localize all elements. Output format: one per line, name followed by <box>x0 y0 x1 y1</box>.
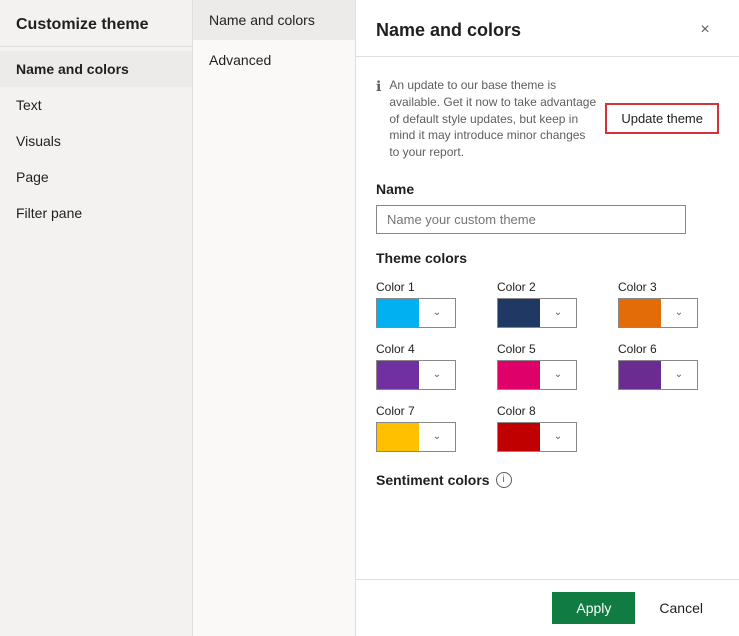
sentiment-section: Sentiment colors i <box>376 472 719 488</box>
info-text: An update to our base theme is available… <box>389 77 597 161</box>
color-item-3: Color 3 ⌄ <box>618 280 719 328</box>
sidebar-item-page[interactable]: Page <box>0 159 192 195</box>
color-3-label: Color 3 <box>618 280 719 294</box>
color-6-label: Color 6 <box>618 342 719 356</box>
close-button[interactable]: × <box>691 16 719 44</box>
color-7-chevron-icon: ⌄ <box>419 423 455 451</box>
color-2-label: Color 2 <box>497 280 598 294</box>
update-theme-button[interactable]: Update theme <box>605 103 719 134</box>
color-item-8: Color 8 ⌄ <box>497 404 598 452</box>
color-6-chevron-icon: ⌄ <box>661 361 697 389</box>
sidebar-item-filter-pane[interactable]: Filter pane <box>0 195 192 231</box>
middle-item-advanced[interactable]: Advanced <box>193 40 355 80</box>
color-2-dropdown[interactable]: ⌄ <box>497 298 577 328</box>
color-8-chevron-icon: ⌄ <box>540 423 576 451</box>
cancel-button[interactable]: Cancel <box>643 592 719 624</box>
color-3-dropdown[interactable]: ⌄ <box>618 298 698 328</box>
main-title: Name and colors <box>376 20 521 41</box>
color-1-dropdown[interactable]: ⌄ <box>376 298 456 328</box>
sidebar-nav: Name and colors Text Visuals Page Filter… <box>0 47 192 231</box>
name-label: Name <box>376 181 719 197</box>
color-5-label: Color 5 <box>497 342 598 356</box>
sentiment-title: Sentiment colors <box>376 472 490 488</box>
color-2-chevron-icon: ⌄ <box>540 299 576 327</box>
color-7-dropdown[interactable]: ⌄ <box>376 422 456 452</box>
info-banner: ℹ An update to our base theme is availab… <box>376 73 719 165</box>
color-7-swatch <box>377 423 419 451</box>
color-4-dropdown[interactable]: ⌄ <box>376 360 456 390</box>
color-5-swatch <box>498 361 540 389</box>
middle-item-name-and-colors[interactable]: Name and colors <box>193 0 355 40</box>
color-4-swatch <box>377 361 419 389</box>
sentiment-info-icon[interactable]: i <box>496 472 512 488</box>
color-6-dropdown[interactable]: ⌄ <box>618 360 698 390</box>
main-footer: Apply Cancel <box>356 579 739 636</box>
color-8-dropdown[interactable]: ⌄ <box>497 422 577 452</box>
colors-grid: Color 1 ⌄ Color 2 ⌄ Color 3 ⌄ <box>376 280 719 452</box>
color-item-7: Color 7 ⌄ <box>376 404 477 452</box>
color-2-swatch <box>498 299 540 327</box>
main-body: ℹ An update to our base theme is availab… <box>356 57 739 579</box>
theme-name-input[interactable] <box>376 205 686 234</box>
color-item-1: Color 1 ⌄ <box>376 280 477 328</box>
color-item-4: Color 4 ⌄ <box>376 342 477 390</box>
info-icon: ℹ <box>376 78 381 95</box>
sidebar-header: Customize theme <box>0 0 192 47</box>
sidebar-item-visuals[interactable]: Visuals <box>0 123 192 159</box>
color-1-label: Color 1 <box>376 280 477 294</box>
color-3-swatch <box>619 299 661 327</box>
main-header: Name and colors × <box>356 0 739 57</box>
apply-button[interactable]: Apply <box>552 592 635 624</box>
color-item-2: Color 2 ⌄ <box>497 280 598 328</box>
sidebar-item-text[interactable]: Text <box>0 87 192 123</box>
color-4-chevron-icon: ⌄ <box>419 361 455 389</box>
color-4-label: Color 4 <box>376 342 477 356</box>
color-item-6: Color 6 ⌄ <box>618 342 719 390</box>
color-item-5: Color 5 ⌄ <box>497 342 598 390</box>
theme-colors-title: Theme colors <box>376 250 719 266</box>
color-5-dropdown[interactable]: ⌄ <box>497 360 577 390</box>
color-1-chevron-icon: ⌄ <box>419 299 455 327</box>
main-content: Name and colors × ℹ An update to our bas… <box>356 0 739 636</box>
color-1-swatch <box>377 299 419 327</box>
left-sidebar: Customize theme Name and colors Text Vis… <box>0 0 193 636</box>
color-5-chevron-icon: ⌄ <box>540 361 576 389</box>
middle-panel: Name and colors Advanced <box>193 0 356 636</box>
color-8-label: Color 8 <box>497 404 598 418</box>
color-3-chevron-icon: ⌄ <box>661 299 697 327</box>
color-6-swatch <box>619 361 661 389</box>
color-8-swatch <box>498 423 540 451</box>
sidebar-item-name-and-colors[interactable]: Name and colors <box>0 51 192 87</box>
color-7-label: Color 7 <box>376 404 477 418</box>
